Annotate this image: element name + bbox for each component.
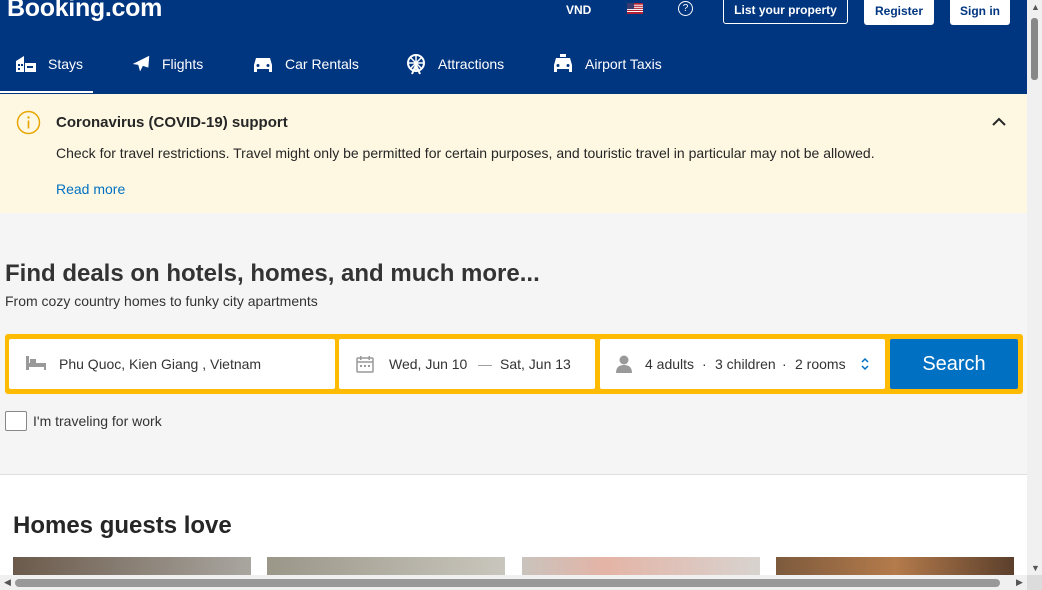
separator-dot: · bbox=[782, 356, 787, 372]
flag-us-icon[interactable] bbox=[627, 3, 643, 14]
home-card-image[interactable] bbox=[267, 557, 505, 575]
date-range-field[interactable]: Wed, Jun 10 — Sat, Jun 13 bbox=[339, 339, 595, 389]
checkout-date[interactable]: Sat, Jun 13 bbox=[500, 356, 571, 372]
bed-building-icon bbox=[16, 56, 36, 72]
scroll-left-arrow-icon[interactable]: ◀ bbox=[4, 577, 11, 588]
work-travel-checkbox[interactable] bbox=[5, 411, 27, 431]
horizontal-scroll-thumb[interactable] bbox=[15, 579, 1000, 587]
guests-field[interactable]: 4 adults · 3 children · 2 rooms bbox=[600, 339, 885, 389]
tab-label: Car Rentals bbox=[285, 56, 359, 72]
tab-label: Stays bbox=[48, 56, 84, 72]
adults-count: 4 adults bbox=[645, 356, 695, 372]
car-icon bbox=[254, 58, 272, 72]
register-button[interactable]: Register bbox=[864, 0, 934, 25]
tab-car-rentals[interactable]: Car Rentals bbox=[251, 50, 359, 78]
vertical-scrollbar[interactable] bbox=[1027, 0, 1042, 575]
destination-field[interactable]: Phu Quoc, Kien Giang , Vietnam bbox=[9, 339, 335, 389]
date-separator: — bbox=[478, 356, 492, 372]
hero-title: Find deals on hotels, homes, and much mo… bbox=[5, 260, 540, 287]
scroll-right-arrow-icon[interactable]: ▶ bbox=[1016, 577, 1023, 588]
children-count: 3 children bbox=[715, 356, 776, 372]
hero-subtitle: From cozy country homes to funky city ap… bbox=[5, 293, 318, 309]
home-card-image[interactable] bbox=[522, 557, 760, 575]
alert-title: Coronavirus (COVID-19) support bbox=[56, 114, 288, 131]
tab-label: Attractions bbox=[438, 56, 505, 72]
tab-stays[interactable]: Stays bbox=[14, 50, 83, 78]
ferris-wheel-icon bbox=[407, 54, 425, 75]
help-icon[interactable]: ? bbox=[678, 1, 693, 16]
taxi-icon bbox=[554, 54, 572, 72]
currency-selector[interactable]: VND bbox=[566, 3, 591, 17]
tab-attractions[interactable]: Attractions bbox=[404, 50, 504, 78]
tab-airport-taxis[interactable]: Airport Taxis bbox=[551, 50, 662, 78]
list-property-button[interactable]: List your property bbox=[723, 0, 848, 24]
rooms-count: 2 rooms bbox=[795, 356, 846, 372]
airplane-icon bbox=[132, 55, 150, 72]
sign-in-button[interactable]: Sign in bbox=[950, 0, 1010, 25]
tab-flights[interactable]: Flights bbox=[130, 50, 203, 78]
search-box: Phu Quoc, Kien Giang , Vietnam Wed, Jun … bbox=[5, 334, 1023, 394]
booking-logo[interactable]: Booking.com bbox=[7, 0, 162, 23]
calendar-icon bbox=[356, 356, 374, 373]
destination-input[interactable]: Phu Quoc, Kien Giang , Vietnam bbox=[59, 356, 261, 372]
scrollbar-corner bbox=[1027, 575, 1042, 590]
chevron-up-icon[interactable] bbox=[991, 116, 1007, 128]
browser-viewport: Booking.com VND ? List your property Reg… bbox=[0, 0, 1027, 575]
person-icon bbox=[616, 355, 632, 373]
scroll-down-arrow-icon[interactable]: ▼ bbox=[1031, 563, 1040, 573]
homes-section-title: Homes guests love bbox=[13, 512, 232, 539]
checkin-date[interactable]: Wed, Jun 10 bbox=[389, 356, 467, 372]
active-tab-indicator bbox=[0, 91, 93, 93]
tab-label: Airport Taxis bbox=[585, 56, 662, 72]
alert-body: Check for travel restrictions. Travel mi… bbox=[56, 145, 875, 161]
vertical-scroll-thumb[interactable] bbox=[1031, 18, 1038, 80]
home-card-image[interactable] bbox=[776, 557, 1014, 575]
scroll-up-arrow-icon[interactable]: ▲ bbox=[1031, 2, 1040, 12]
home-card-image[interactable] bbox=[13, 557, 251, 575]
chevron-updown-icon bbox=[861, 357, 869, 371]
separator-dot: · bbox=[702, 356, 707, 372]
read-more-link[interactable]: Read more bbox=[56, 181, 125, 197]
work-travel-label[interactable]: I'm traveling for work bbox=[33, 413, 162, 429]
tab-label: Flights bbox=[162, 56, 204, 72]
bed-icon bbox=[26, 356, 46, 370]
search-button[interactable]: Search bbox=[890, 339, 1018, 389]
info-icon bbox=[16, 110, 41, 135]
